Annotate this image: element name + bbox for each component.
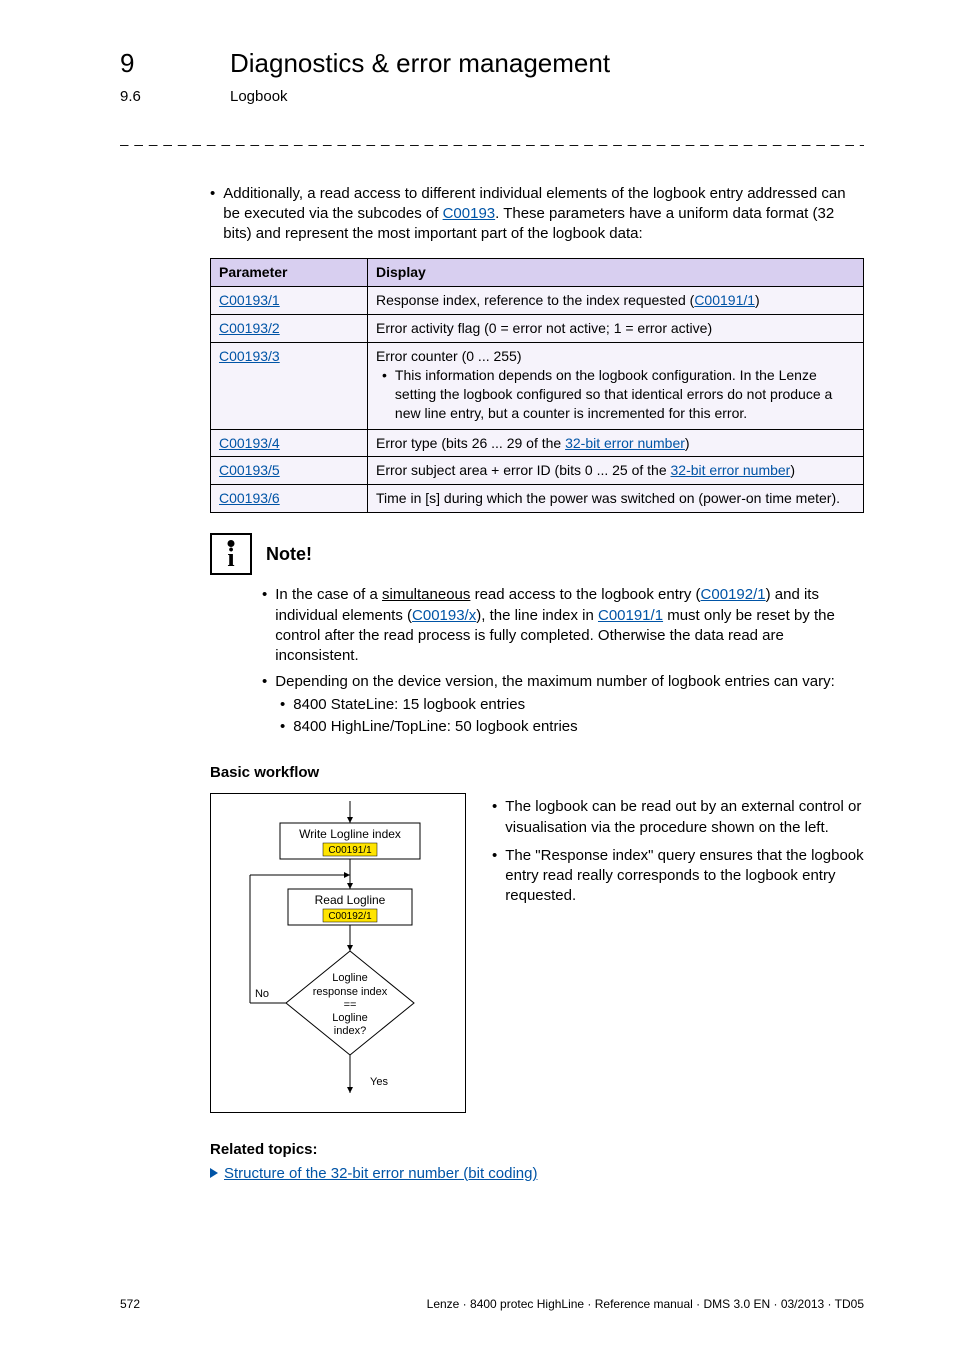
cell-text: ) [685,435,690,451]
chapter-title: Diagnostics & error management [230,46,610,81]
flow-no: No [255,988,269,1000]
note-seg: In the case of a [275,586,382,603]
param-link[interactable]: C00193/3 [219,348,280,364]
cell-text: Error subject area + error ID (bits 0 ..… [376,462,671,478]
related-link[interactable]: Structure of the 32-bit error number (bi… [224,1164,537,1184]
note-sub-text: 8400 HighLine/TopLine: 50 logbook entrie… [293,717,577,737]
cell-text: Response index, reference to the index r… [376,292,694,308]
note-underline: simultaneous [382,586,470,603]
param-link[interactable]: C00193/5 [219,462,280,478]
flow-yes: Yes [370,1076,388,1088]
table-row: C00193/2 Error activity flag (0 = error … [211,315,864,343]
flow-d-l2: response index [313,986,388,998]
cell-link[interactable]: 32-bit error number [671,462,791,478]
cell-link[interactable]: 32-bit error number [565,435,685,451]
section-number: 9.6 [120,87,200,107]
th-display: Display [368,259,864,287]
cell-text: Error type (bits 26 ... 29 of the [376,435,565,451]
flow-box1-l2: C00191/1 [328,845,372,856]
note-seg: ), the line index in [476,607,598,624]
table-row: C00193/5 Error subject area + error ID (… [211,457,864,485]
bullet-dot: • [382,366,387,423]
bullet-dot: • [262,672,267,692]
chapter-number: 9 [120,46,200,81]
related-heading: Related topics: [210,1140,864,1160]
table-row: C00193/4 Error type (bits 26 ... 29 of t… [211,429,864,457]
workflow-text: The "Response index" query ensures that … [505,846,864,907]
note-text: Depending on the device version, the max… [275,672,834,692]
parameter-table: Parameter Display C00193/1 Response inde… [210,258,864,513]
cell-sub-text: This information depends on the logbook … [395,366,855,423]
flow-box2-l2: C00192/1 [328,911,372,922]
cell-text: ) [790,462,795,478]
param-link[interactable]: C00193/4 [219,435,280,451]
note-link[interactable]: C00192/1 [701,586,766,603]
cell-text: ) [755,292,760,308]
bullet-dot: • [492,797,497,838]
cell-text: Error counter (0 ... 255) [376,347,855,366]
flow-box1-l1: Write Logline index [299,827,401,841]
th-parameter: Parameter [211,259,368,287]
intro-link[interactable]: C00193 [443,205,496,222]
table-row: C00193/1 Response index, reference to th… [211,287,864,315]
bullet-dot: • [492,846,497,907]
note-sub-text: 8400 StateLine: 15 logbook entries [293,695,525,715]
footer-text: Lenze · 8400 protec HighLine · Reference… [427,1296,864,1312]
note-link[interactable]: C00193/x [412,607,476,624]
bullet-dot: • [262,585,267,666]
note-text: In the case of a simultaneous read acces… [275,585,864,666]
bullet-dot: • [280,695,285,715]
table-row: C00193/3 Error counter (0 ... 255) • Thi… [211,343,864,430]
param-link[interactable]: C00193/1 [219,292,280,308]
cell-link[interactable]: C00191/1 [694,292,755,308]
flow-d-l1: Logline [332,972,367,984]
page-number: 572 [120,1296,140,1312]
note-link[interactable]: C00191/1 [598,607,663,624]
triangle-icon [210,1168,218,1178]
flow-box2-l1: Read Logline [315,893,386,907]
divider-rule: _ _ _ _ _ _ _ _ _ _ _ _ _ _ _ _ _ _ _ _ … [120,129,864,149]
bullet-dot: • [280,717,285,737]
table-row: C00193/6 Time in [s] during which the po… [211,485,864,513]
intro-text: Additionally, a read access to different… [223,184,864,245]
section-title: Logbook [230,87,288,107]
flow-d-l4: Logline [332,1012,367,1024]
workflow-text: The logbook can be read out by an extern… [505,797,864,838]
info-icon: i [210,533,252,575]
workflow-heading: Basic workflow [210,763,864,783]
note-heading: Note! [266,542,312,566]
flow-d-l5: index? [334,1025,366,1037]
cell-text: Error activity flag (0 = error not activ… [376,320,712,336]
bullet-dot: • [210,184,215,245]
flow-d-l3: == [344,999,357,1011]
flowchart-diagram: Write Logline index C00191/1 Read Loglin… [210,793,466,1119]
param-link[interactable]: C00193/2 [219,320,280,336]
note-seg: read access to the logbook entry ( [470,586,700,603]
cell-text: Time in [s] during which the power was s… [376,490,840,506]
param-link[interactable]: C00193/6 [219,490,280,506]
